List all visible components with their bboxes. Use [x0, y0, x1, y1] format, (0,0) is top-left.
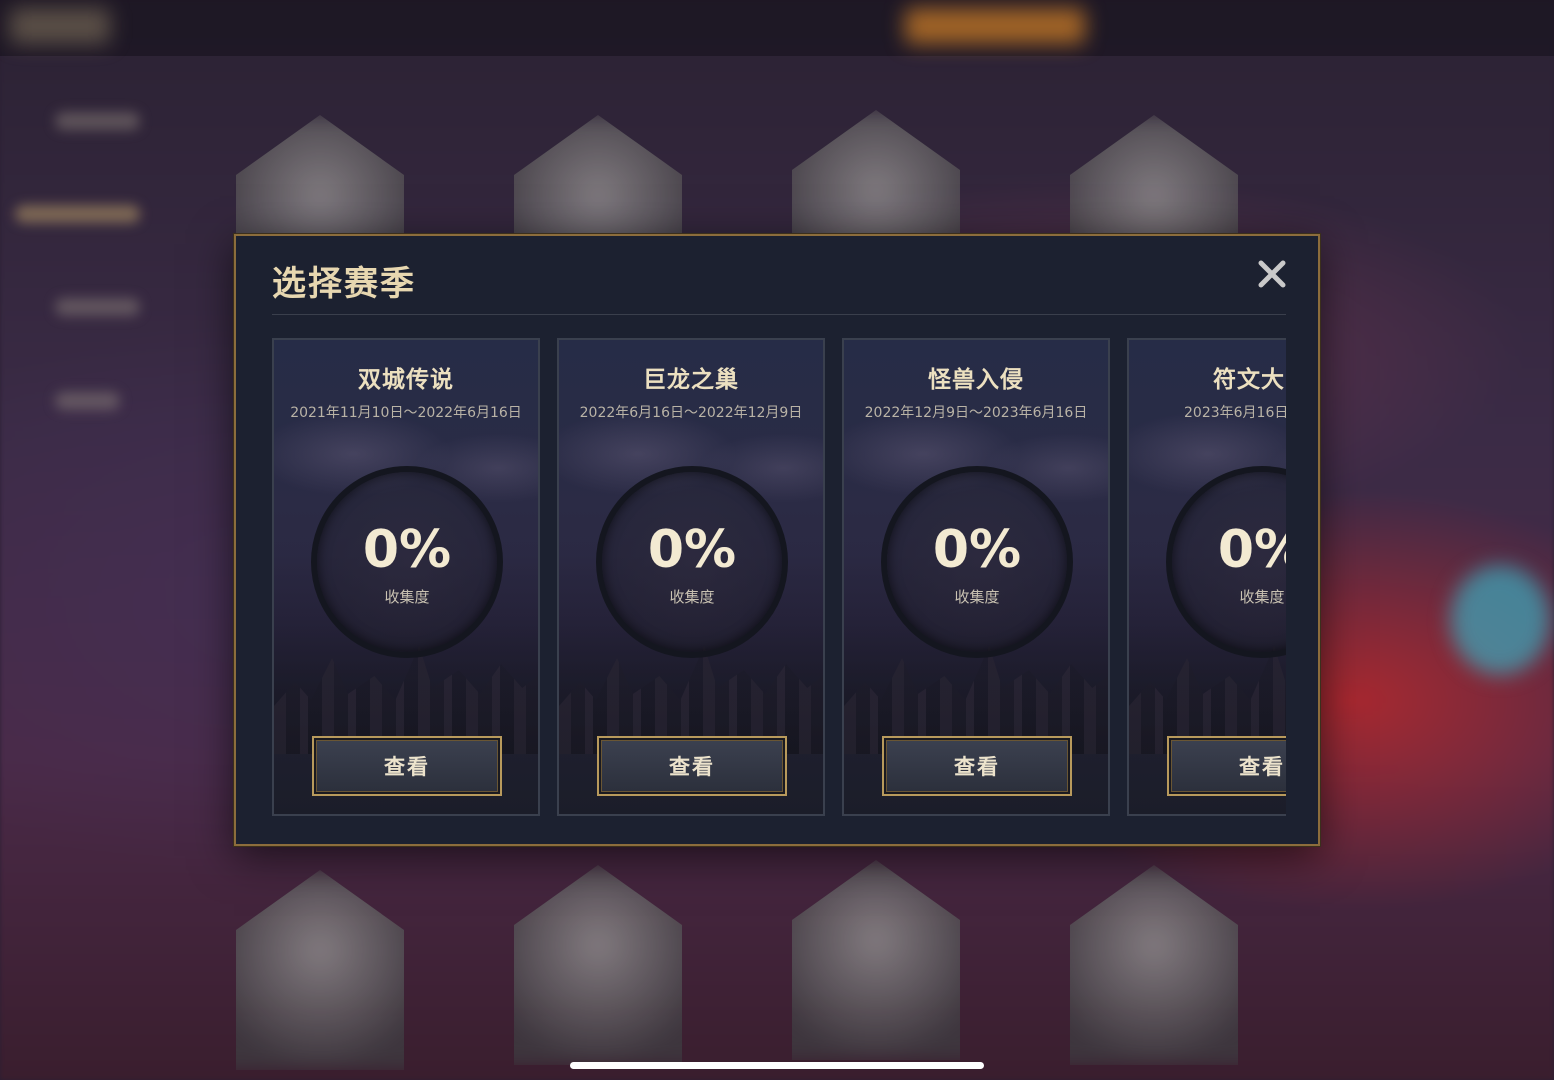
- background-side-item: [55, 112, 140, 130]
- season-dates: 2023年6月16日～2023: [1184, 405, 1286, 421]
- season-card-arcane: 双城传说 2021年11月10日～2022年6月16日 0% 收集度 查看: [272, 338, 540, 816]
- background-side-item: [55, 298, 140, 316]
- view-button[interactable]: 查看: [597, 736, 787, 796]
- collection-percent: 0%: [1217, 520, 1286, 580]
- collection-label: 收集度: [669, 588, 715, 606]
- background-top-bar: [0, 0, 1554, 56]
- collection-percent: 0%: [932, 520, 1022, 580]
- season-name: 双城传说: [358, 367, 454, 393]
- collection-progress-ring: 0% 收集度: [311, 466, 503, 658]
- season-name: 怪兽入侵: [928, 367, 1024, 393]
- collection-percent: 0%: [647, 520, 737, 580]
- view-button[interactable]: 查看: [1167, 736, 1286, 796]
- season-card-runeterra: 符文大陆 2023年6月16日～2023 0% 收集度 查看: [1127, 338, 1286, 816]
- modal-title: 选择赛季: [272, 264, 416, 304]
- collection-label: 收集度: [384, 588, 430, 606]
- background-right-avatar: [1450, 565, 1550, 675]
- collection-progress-ring: 0% 收集度: [596, 466, 788, 658]
- close-button[interactable]: [1256, 258, 1288, 290]
- background-side-item: [55, 392, 120, 410]
- background-currency-badge: [905, 8, 1085, 44]
- season-dates: 2021年11月10日～2022年6月16日: [290, 405, 522, 421]
- collection-percent: 0%: [362, 520, 452, 580]
- close-icon: [1258, 260, 1286, 288]
- season-card-dragonlands: 巨龙之巢 2022年6月16日～2022年12月9日 0% 收集度 查看: [557, 338, 825, 816]
- season-name: 巨龙之巢: [643, 367, 739, 393]
- background-side-item: [15, 205, 140, 223]
- season-list[interactable]: 双城传说 2021年11月10日～2022年6月16日 0% 收集度 查看 巨龙…: [272, 338, 1286, 818]
- season-dates: 2022年6月16日～2022年12月9日: [579, 405, 803, 421]
- background-logo: [10, 8, 110, 44]
- season-name: 符文大陆: [1213, 367, 1286, 393]
- collection-progress-ring: 0% 收集度: [881, 466, 1073, 658]
- season-dates: 2022年12月9日～2023年6月16日: [864, 405, 1088, 421]
- home-indicator[interactable]: [570, 1062, 984, 1069]
- collection-label: 收集度: [954, 588, 1000, 606]
- title-divider: [272, 314, 1286, 315]
- collection-label: 收集度: [1239, 588, 1285, 606]
- view-button[interactable]: 查看: [312, 736, 502, 796]
- season-select-modal: 选择赛季 双城传说 2021年11月10日～2022年6月16日 0% 收集度 …: [234, 234, 1320, 846]
- view-button[interactable]: 查看: [882, 736, 1072, 796]
- season-card-monsters-attack: 怪兽入侵 2022年12月9日～2023年6月16日 0% 收集度 查看: [842, 338, 1110, 816]
